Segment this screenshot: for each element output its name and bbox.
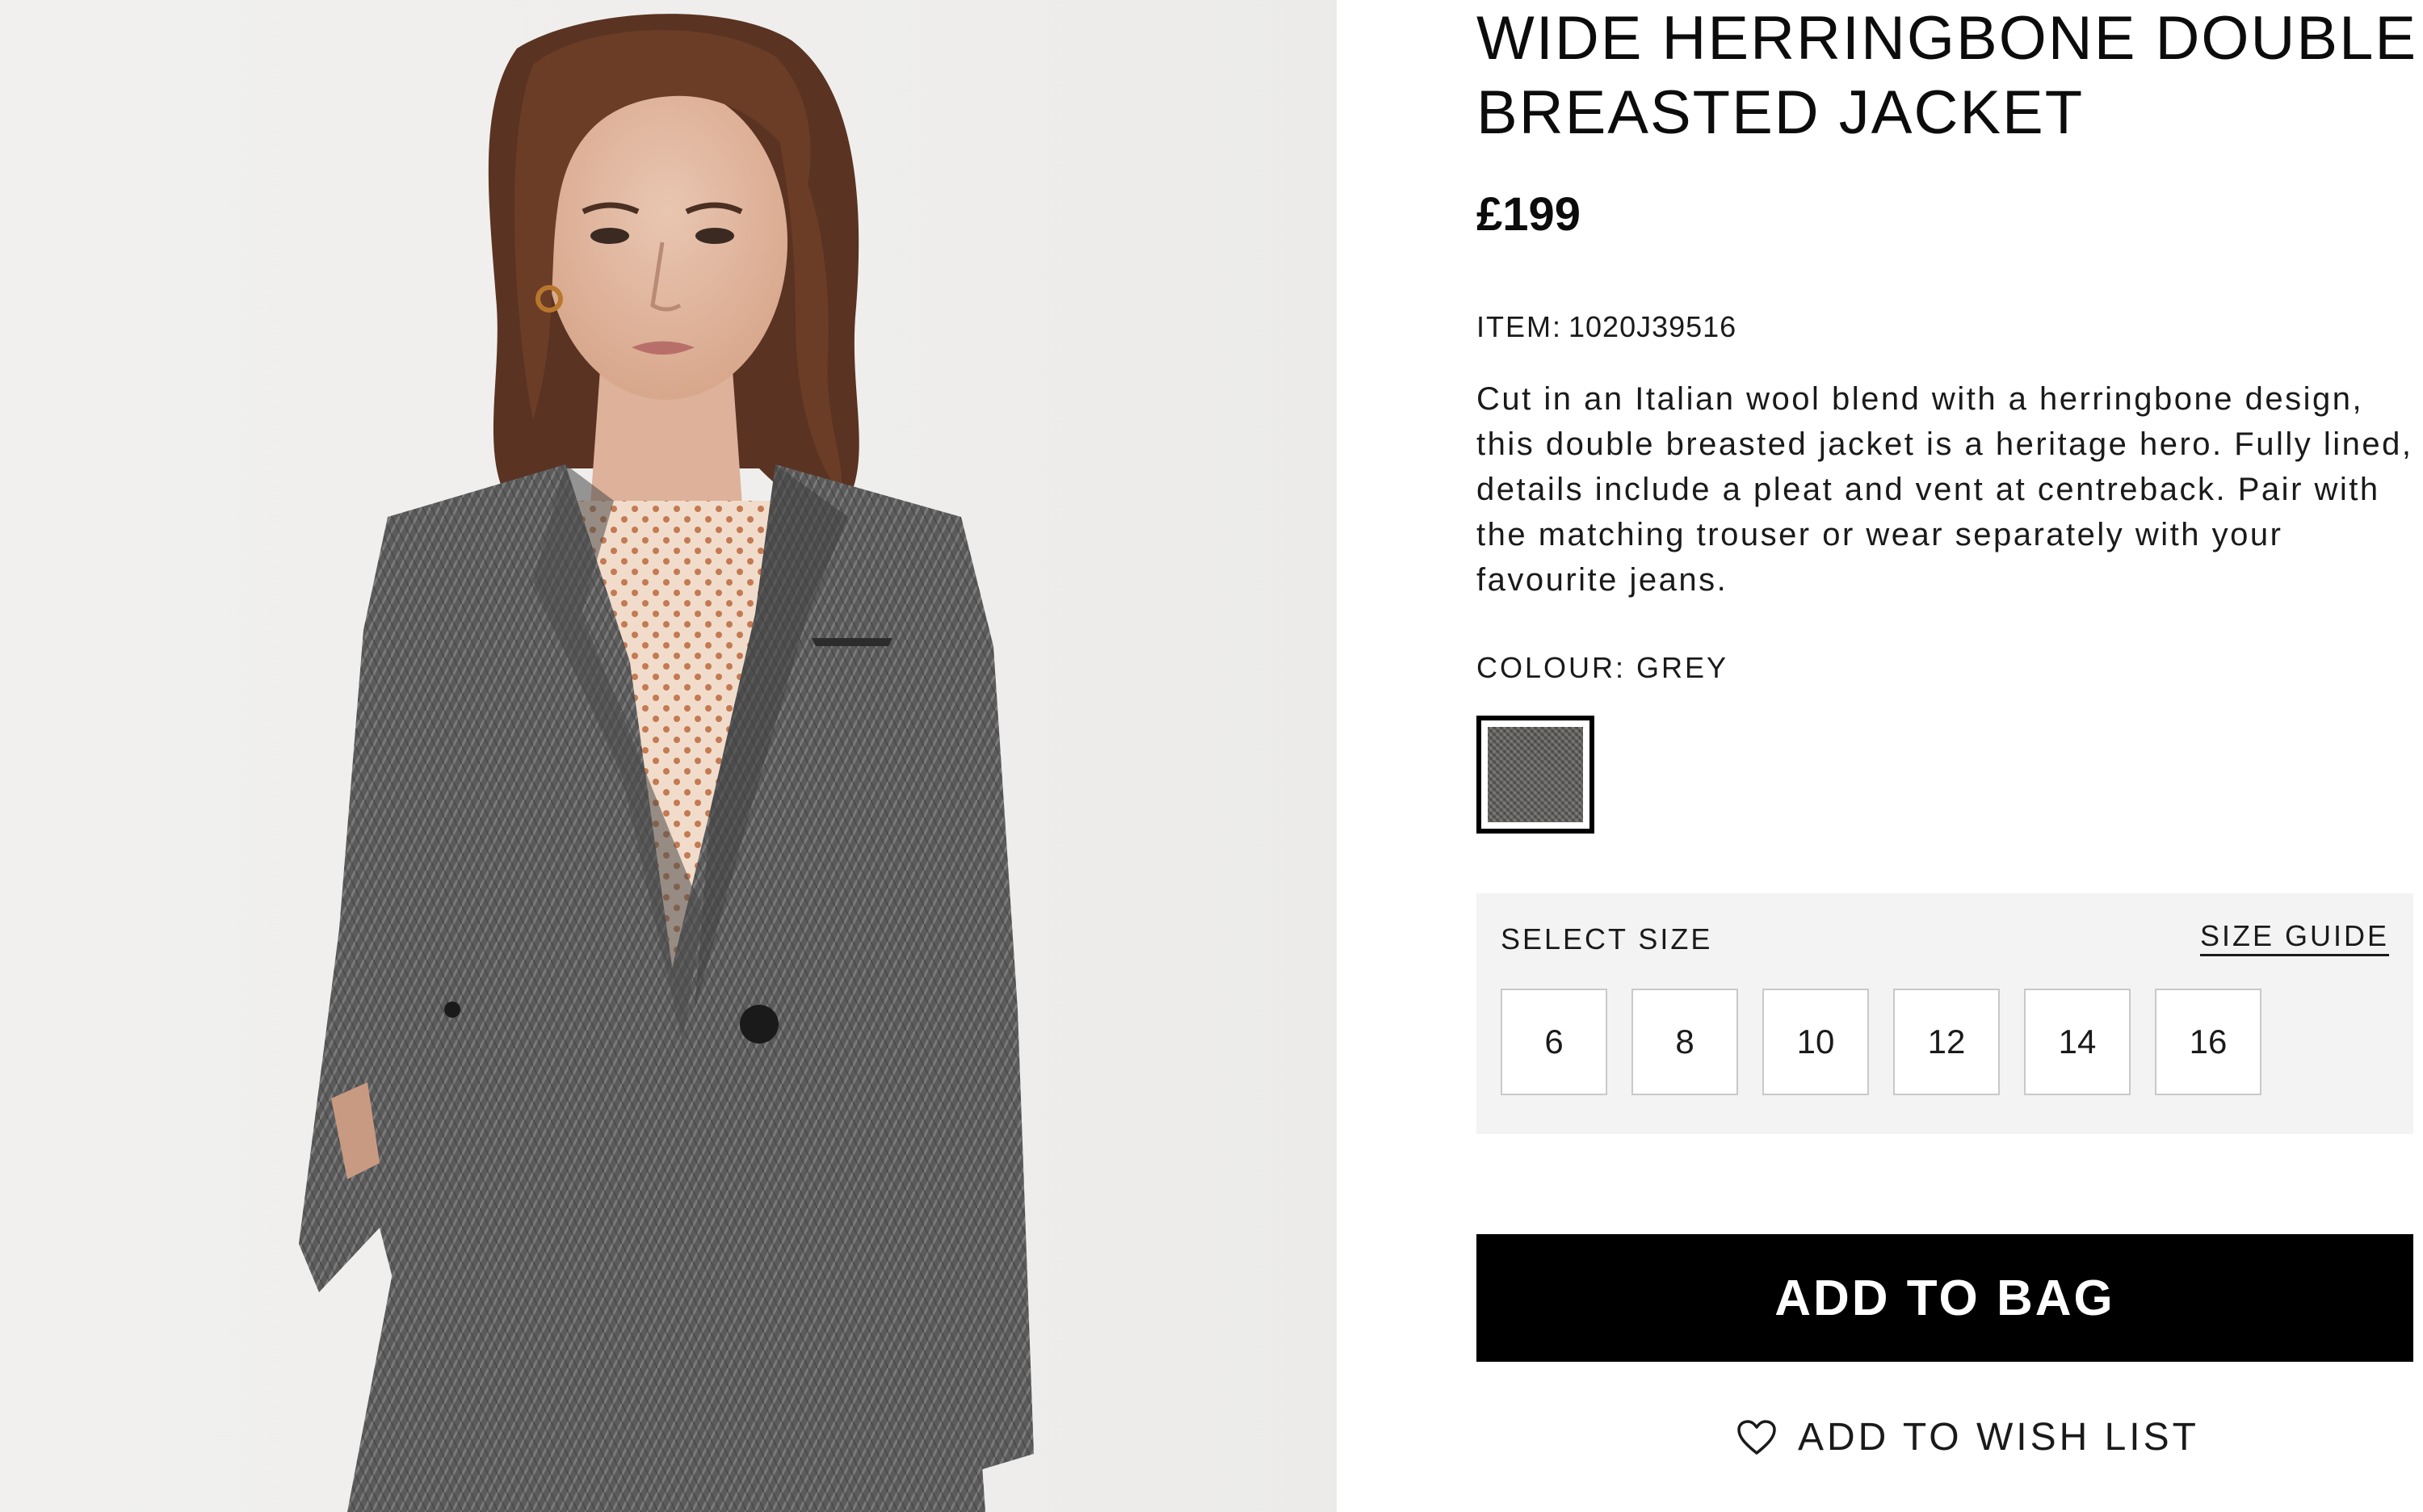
- add-to-bag-button[interactable]: ADD TO BAG: [1476, 1234, 2413, 1362]
- product-title: WIDE HERRINGBONE DOUBLE BREASTED JACKET: [1476, 4, 2418, 147]
- size-option-6[interactable]: 6: [1501, 989, 1607, 1095]
- product-page: WIDE HERRINGBONE DOUBLE BREASTED JACKET …: [0, 0, 2423, 1512]
- select-size-label: SELECT SIZE: [1501, 922, 1713, 956]
- item-number-value: 1020J39516: [1568, 310, 1737, 343]
- colour-swatch-grey[interactable]: [1476, 716, 1594, 834]
- size-option-16[interactable]: 16: [2155, 989, 2261, 1095]
- size-guide-link[interactable]: SIZE GUIDE: [2200, 919, 2389, 953]
- colour-label: COLOUR: GREY: [1476, 651, 1729, 684]
- size-option-8[interactable]: 8: [1631, 989, 1738, 1095]
- add-to-wishlist-link[interactable]: ADD TO WISH LIST: [1736, 1415, 2199, 1460]
- product-description: Cut in an Italian wool blend with a herr…: [1476, 381, 2413, 598]
- size-option-10[interactable]: 10: [1762, 989, 1869, 1095]
- size-option-12[interactable]: 12: [1893, 989, 2000, 1095]
- product-image: [0, 0, 1337, 1512]
- product-price: £199: [1476, 188, 1581, 241]
- item-number: ITEM: 1020J39516: [1476, 310, 1736, 344]
- size-options: 6 8 10 12 14 16: [1501, 989, 2261, 1095]
- size-option-14[interactable]: 14: [2024, 989, 2131, 1095]
- heart-outline-icon: [1737, 1419, 1776, 1455]
- size-selector: SELECT SIZE SIZE GUIDE 6 8 10 12 14 16: [1476, 893, 2413, 1134]
- swatch-fill: [1488, 727, 1583, 822]
- wishlist-label: ADD TO WISH LIST: [1798, 1416, 2199, 1459]
- item-number-label: ITEM:: [1476, 310, 1562, 343]
